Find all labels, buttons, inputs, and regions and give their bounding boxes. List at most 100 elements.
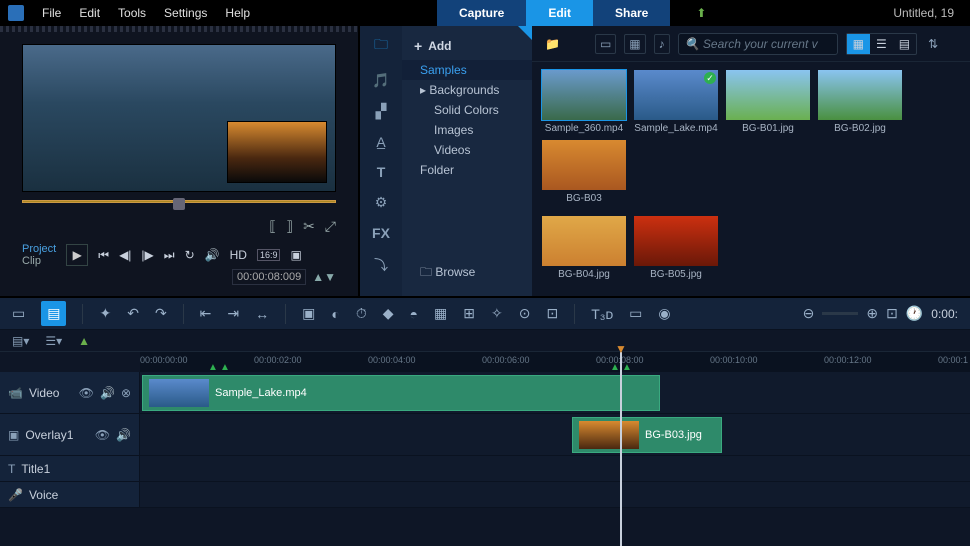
track-icon[interactable]: ⊙ [519,305,531,322]
mute-icon[interactable]: 👁 [79,386,94,400]
view-grid-icon[interactable]: ▦ [847,34,870,54]
play-button[interactable]: ▶ [66,244,88,266]
voice-track-icon[interactable]: 🎤 [8,488,23,502]
tree-solid-colors[interactable]: Solid Colors [402,100,532,120]
volume-icon[interactable]: 🔊 [205,248,220,262]
trim-start-icon[interactable]: ⇤ [200,305,212,322]
view-list-icon[interactable]: ☰ [870,34,893,54]
undo-icon[interactable]: ↶ [127,305,139,322]
aspect-ratio[interactable]: 16:9 [257,249,281,261]
filter-audio-icon[interactable]: ♪ [654,34,670,54]
video-track-icon[interactable]: 📹 [8,386,23,400]
thumb-item[interactable]: BG-B02.jpg [818,70,902,134]
mark-out-icon[interactable]: ⟧ [286,218,293,235]
color-icon[interactable]: ◐ [331,306,339,322]
tree-videos[interactable]: Videos [402,140,532,160]
thumb-item[interactable]: BG-B04.jpg [542,216,626,280]
tab-capture[interactable]: Capture [437,0,526,26]
app-logo[interactable] [8,5,24,21]
motion-icon[interactable]: ✧ [491,305,503,322]
view-tiles-icon[interactable]: ▤ [893,34,916,54]
scrub-bar[interactable] [22,200,336,214]
loop-icon[interactable]: ↻ [185,248,195,262]
chroma-icon[interactable]: ▦ [434,305,447,322]
thumb-item[interactable]: Sample_360.mp4 [542,70,626,134]
thumb-item[interactable]: BG-B01.jpg [726,70,810,134]
record-icon[interactable]: ◉ [658,305,670,322]
keyframe-icon[interactable]: ◆ [383,305,394,322]
fit-icon[interactable]: ⊡ [886,305,898,322]
tab-share[interactable]: Share [593,0,670,26]
timeline-icon[interactable]: ▤ [41,301,66,326]
speed-icon[interactable]: ⏱ [356,305,367,322]
zoom-in-icon[interactable]: ⊕ [866,305,878,322]
text-icon[interactable]: T [377,164,386,180]
filter-video-icon[interactable]: ▭ [595,34,616,54]
clip-video[interactable]: Sample_Lake.mp4 [142,375,660,411]
trim-end-icon[interactable]: ⇥ [227,305,239,322]
tc-stepper[interactable]: ▲▼ [312,270,336,284]
tree-browse[interactable]: 🗀 Browse [402,260,532,287]
clip-overlay[interactable]: BG-B03.jpg [572,417,722,453]
thumb-item[interactable]: BG-B03 [542,140,626,204]
path-icon[interactable]: ⤵ [374,255,388,275]
3d-title-icon[interactable]: T₃ᴅ [591,306,613,322]
menu-tools[interactable]: Tools [118,6,146,20]
lock-icon[interactable]: ⊗ [121,386,131,400]
cut-icon[interactable]: ✂ [303,218,315,235]
add-button[interactable]: +Add [402,32,532,60]
volume-track-icon[interactable]: 🔊 [116,428,131,442]
fx-icon[interactable]: FX [372,225,390,241]
tree-samples[interactable]: Samples [402,60,532,80]
thumb-item[interactable]: ✓Sample_Lake.mp4 [634,70,718,134]
sound-icon[interactable]: 🎵 [372,72,389,89]
stabilize-icon[interactable]: ⊡ [546,305,558,322]
media-icon[interactable]: 🗀 [374,34,388,58]
home-icon[interactable]: ⏮ [98,248,109,263]
crop-icon[interactable]: ▣ [302,305,315,322]
search-input[interactable]: 🔍 Search your current v [678,33,838,55]
volume-track-icon[interactable]: 🔊 [100,386,115,400]
menu-settings[interactable]: Settings [164,6,207,20]
storyboard-icon[interactable]: ▭ [12,305,25,322]
sort-icon[interactable]: ⇅ [925,34,941,54]
tree-folder[interactable]: Folder [402,160,532,180]
zoom-slider[interactable] [822,312,858,315]
next-frame-icon[interactable]: |▶ [141,248,153,262]
thumb-item[interactable]: BG-B05.jpg [634,216,718,280]
redo-icon[interactable]: ↷ [155,305,167,322]
split-icon[interactable]: ↔ [255,306,269,322]
tree-images[interactable]: Images [402,120,532,140]
filter-photo-icon[interactable]: ▦ [624,34,645,54]
hd-label[interactable]: HD [230,248,247,262]
track-menu-icon[interactable]: ▤▾ [12,334,29,348]
mark-in-icon[interactable]: ⟦ [269,218,276,235]
mask-icon[interactable]: ◓ [410,306,418,322]
tree-backgrounds[interactable]: ▸ Backgrounds [402,80,532,100]
end-icon[interactable]: ⏭ [164,248,175,263]
overlay-track-icon[interactable]: ▣ [8,428,19,442]
menu-help[interactable]: Help [225,6,250,20]
snapshot-icon[interactable]: ▣ [290,248,301,262]
prev-frame-icon[interactable]: ◀| [119,248,131,262]
timeline-ruler[interactable]: ▲ ▲ ▲ ▲ 00:00:00:00 00:00:02:00 00:00:04… [140,352,970,372]
menu-edit[interactable]: Edit [79,6,100,20]
source-picker[interactable]: Project Clip [22,243,56,267]
transition-icon[interactable]: ▞ [376,103,387,120]
menu-file[interactable]: File [42,6,61,20]
import-icon[interactable]: 📁 [542,34,563,54]
scrub-handle[interactable] [173,198,185,210]
preview-video[interactable] [22,44,336,192]
track-view-icon[interactable]: ☰▾ [45,334,62,348]
grid-icon[interactable]: ⊞ [463,305,475,322]
timecode[interactable]: 00:00:08:009 [232,269,306,285]
add-track-icon[interactable]: ▲ [78,334,90,348]
upload-icon[interactable]: ⬆ [696,6,706,20]
title-icon[interactable]: A̲ [376,134,385,150]
mute-icon[interactable]: 👁 [95,428,110,442]
tools-icon[interactable]: ✦ [99,305,111,322]
playhead[interactable] [620,352,622,546]
subtitle-icon[interactable]: ▭ [629,305,642,322]
clock-icon[interactable]: 🕐 [906,305,923,322]
tab-edit[interactable]: Edit [526,0,593,26]
